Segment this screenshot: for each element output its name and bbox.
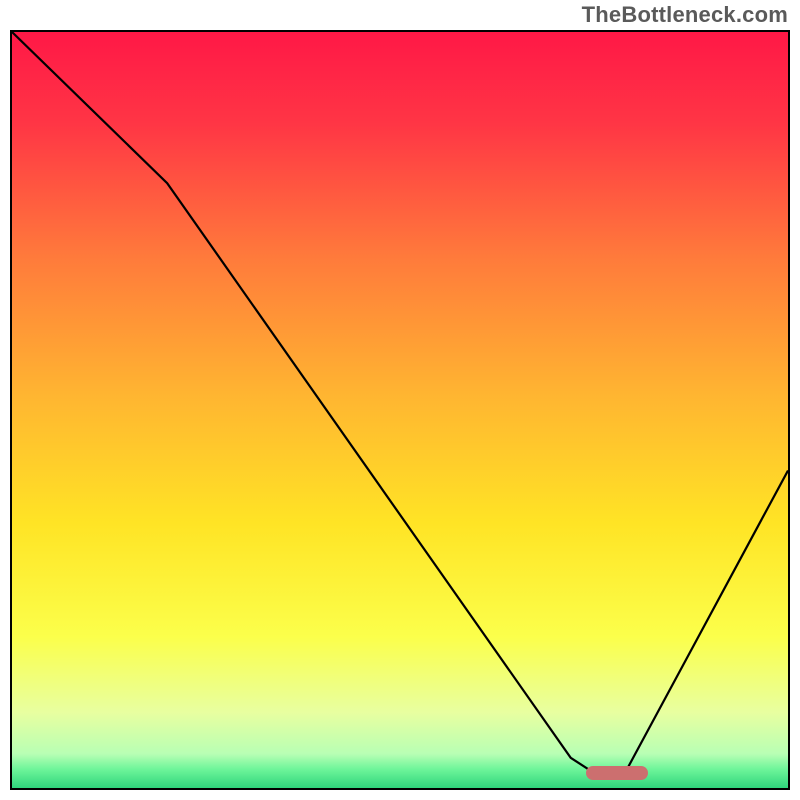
chart-canvas [10,30,790,790]
chart-root: TheBottleneck.com [0,0,800,800]
watermark-label: TheBottleneck.com [582,2,788,28]
optimal-marker [586,766,648,780]
gradient-background-svg [12,32,788,788]
